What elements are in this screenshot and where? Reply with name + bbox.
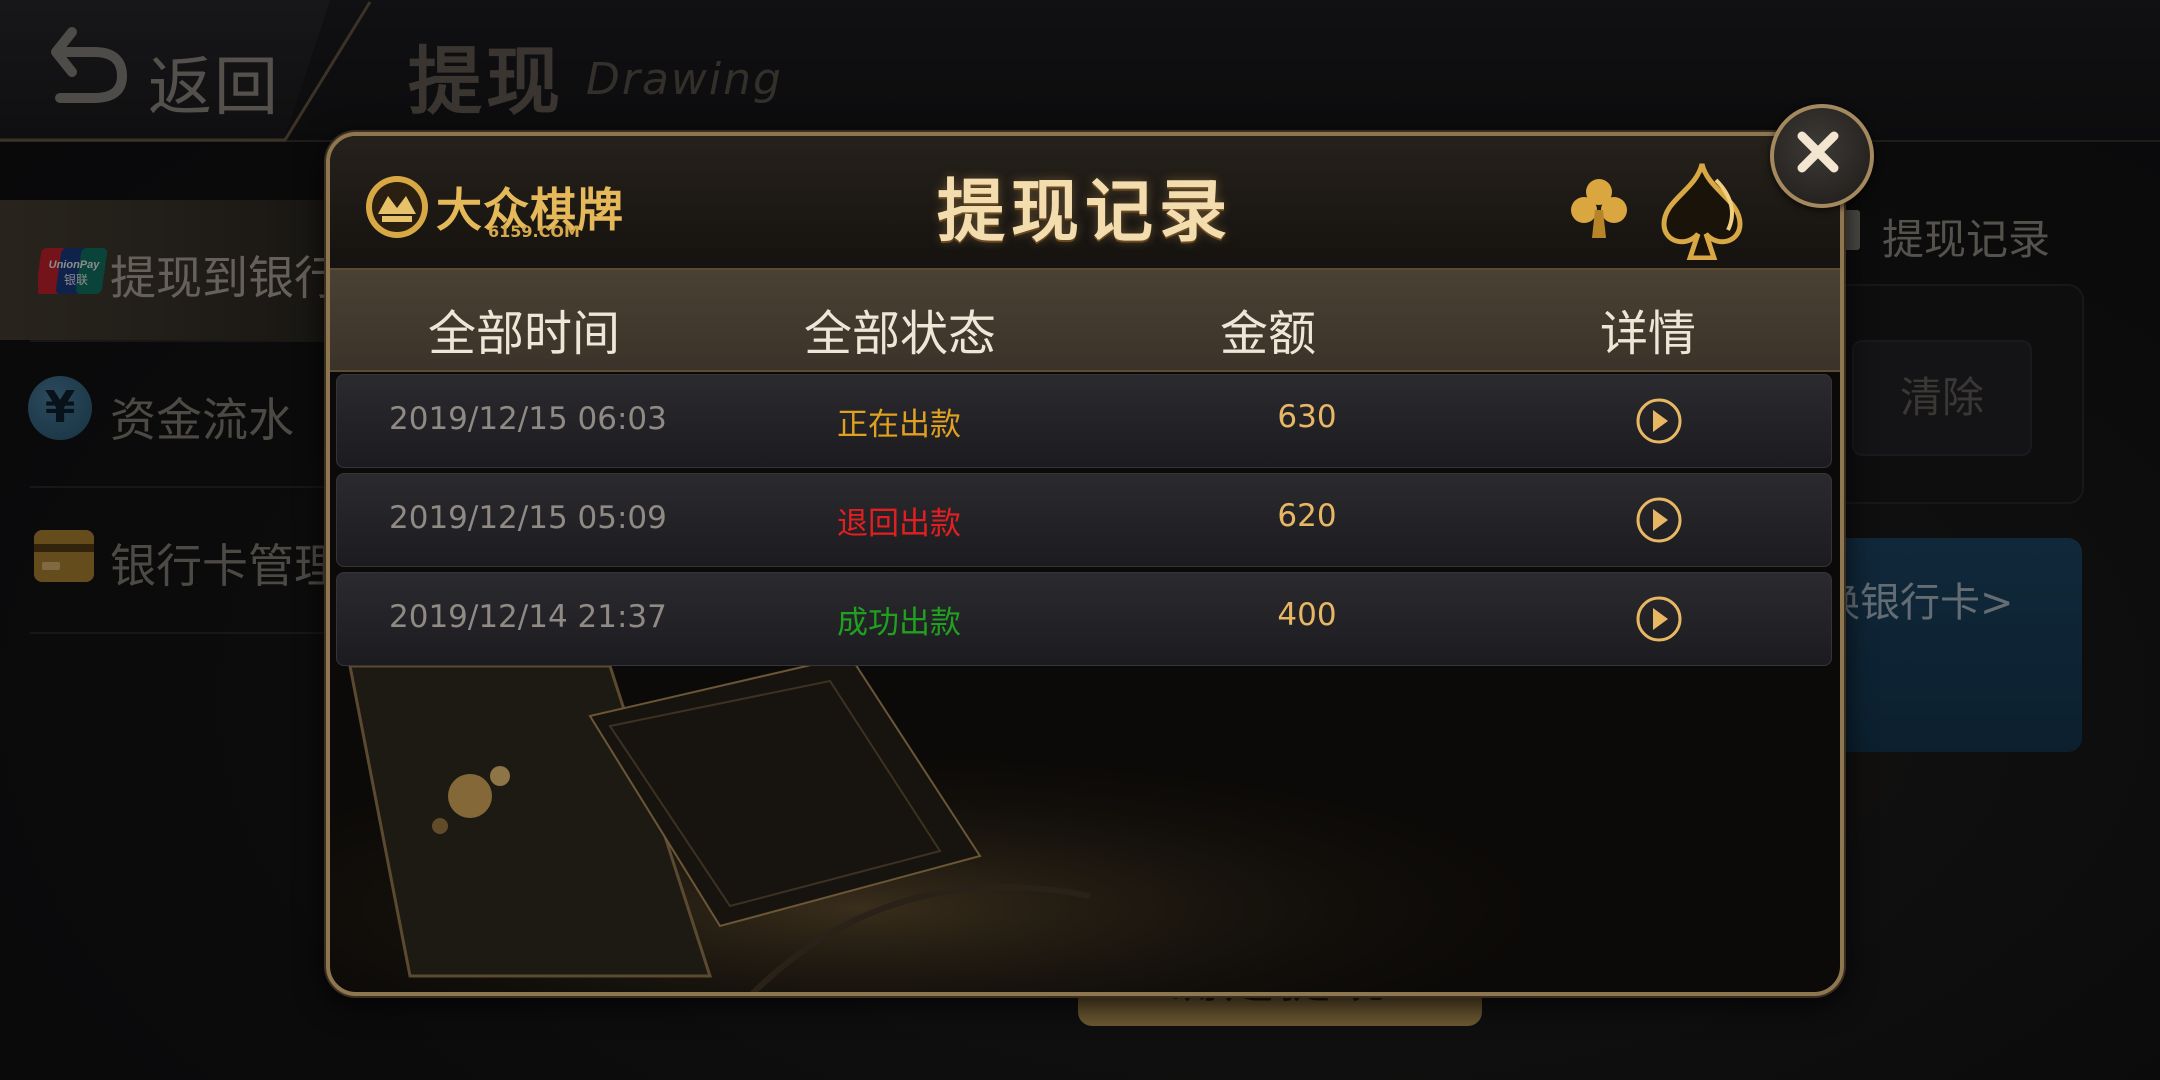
- arrow-right-icon[interactable]: [1635, 496, 1683, 544]
- row-amount: 400: [1277, 597, 1337, 633]
- column-header-detail: 详情: [1600, 306, 1697, 362]
- row-time: 2019/12/15 06:03: [389, 401, 667, 437]
- row-amount: 620: [1277, 498, 1337, 534]
- modal-header: 大众棋牌 6159.COM 提现记录: [330, 136, 1840, 270]
- arrow-right-icon[interactable]: [1635, 595, 1683, 643]
- table-row[interactable]: 2019/12/15 06:03 正在出款 630: [336, 374, 1832, 468]
- row-amount: 630: [1277, 399, 1337, 435]
- table-row[interactable]: 2019/12/14 21:37 成功出款 400: [336, 572, 1832, 666]
- row-status: 正在出款: [837, 407, 961, 443]
- spade-suit-icon: [1661, 163, 1743, 260]
- table-row[interactable]: 2019/12/15 05:09 退回出款 620: [336, 473, 1832, 567]
- withdraw-record-modal: 大众棋牌 6159.COM 提现记录 全部时间 全部状态 金额 详情 2019/…: [326, 132, 1844, 996]
- row-status: 成功出款: [837, 605, 961, 641]
- column-filter-status[interactable]: 全部状态: [804, 294, 996, 364]
- arrow-right-icon[interactable]: [1635, 397, 1683, 445]
- row-status: 退回出款: [837, 506, 961, 542]
- close-icon: [1797, 131, 1839, 173]
- row-time: 2019/12/15 05:09: [389, 500, 667, 536]
- club-suit-icon: [1571, 179, 1627, 238]
- row-time: 2019/12/14 21:37: [389, 599, 667, 635]
- column-filter-time[interactable]: 全部时间: [428, 294, 620, 364]
- close-button[interactable]: [1770, 104, 1874, 208]
- table-header: 全部时间 全部状态 金额 详情: [330, 270, 1840, 372]
- column-header-amount: 金额: [1220, 306, 1317, 362]
